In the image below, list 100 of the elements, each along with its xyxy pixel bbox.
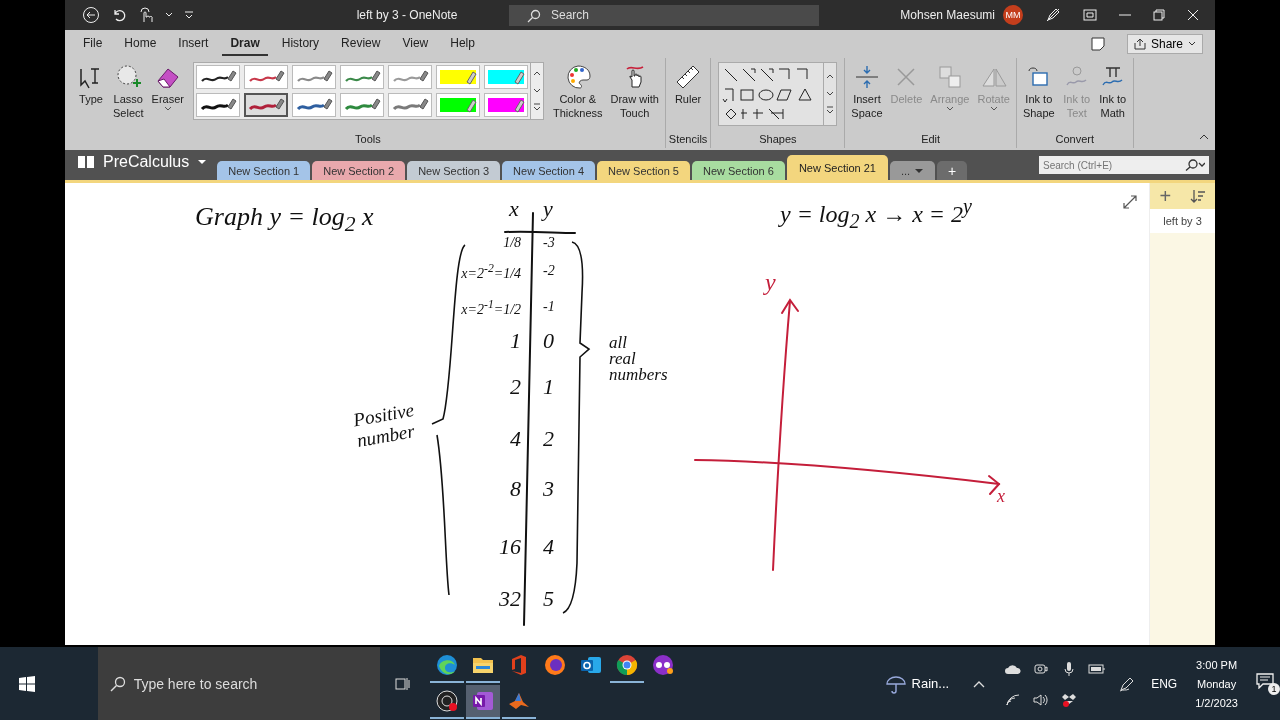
- pen-swatch[interactable]: [244, 93, 288, 117]
- shapes-gallery[interactable]: [718, 62, 838, 126]
- section-tab[interactable]: New Section 4: [502, 161, 595, 180]
- table-cell: 32: [499, 587, 522, 612]
- chevron-up-icon[interactable]: [973, 679, 986, 688]
- sort-icon[interactable]: [1189, 188, 1206, 204]
- share-icon: [1133, 38, 1146, 50]
- touch-mode-icon[interactable]: [138, 7, 154, 23]
- ribbon-button[interactable]: Eraser: [148, 62, 187, 111]
- pen-swatch[interactable]: [196, 65, 240, 89]
- pen-swatch[interactable]: [340, 93, 384, 117]
- section-tab[interactable]: New Section 5: [597, 161, 690, 180]
- share-button[interactable]: Share: [1126, 34, 1203, 54]
- clock-date: 1/2/2023: [1195, 696, 1238, 709]
- table-cell: x=2$^{-2}$=1/4: [461, 263, 522, 282]
- more-sections-button[interactable]: ...: [889, 161, 936, 180]
- search-field[interactable]: Type here to search: [97, 647, 380, 720]
- ribbon-button[interactable]: Lasso Select: [110, 62, 147, 120]
- table-cell: -2: [543, 263, 555, 279]
- search-icon: [1185, 159, 1205, 171]
- menu-tab[interactable]: Home: [116, 32, 165, 56]
- section-tab[interactable]: New Section 2: [312, 161, 406, 180]
- avatar[interactable]: MM: [1003, 5, 1023, 25]
- pen-swatch[interactable]: [292, 93, 336, 117]
- ribbon-button[interactable]: Type: [74, 62, 108, 106]
- section-tab[interactable]: New Section 1: [217, 161, 311, 180]
- customize-icon[interactable]: [184, 11, 194, 19]
- handwritten-note: all real numbers: [609, 335, 668, 384]
- group-label: Stencils: [668, 133, 708, 147]
- handwritten-note: Positive number: [351, 400, 418, 452]
- add-section-button[interactable]: +: [937, 161, 968, 180]
- notebook-picker[interactable]: PreCalculus: [65, 150, 218, 180]
- pen-swatch[interactable]: [244, 65, 288, 89]
- menu-tab[interactable]: Insert: [170, 32, 217, 56]
- table-cell: 1/8: [503, 235, 522, 251]
- caret-icon: [1188, 41, 1196, 47]
- pen-swatch[interactable]: [388, 65, 432, 89]
- restore-icon[interactable]: [1153, 9, 1165, 21]
- pen-swatch[interactable]: [388, 93, 432, 117]
- start-icon[interactable]: [18, 675, 35, 692]
- gallery-scroll-icon[interactable]: [530, 63, 543, 119]
- ribbon-button[interactable]: Color & Thickness: [550, 62, 606, 120]
- table-cell: 4: [510, 427, 522, 452]
- menu-tab[interactable]: Draw: [222, 32, 268, 56]
- speaker-icon[interactable]: [1033, 692, 1050, 707]
- table-cell: 1: [543, 375, 554, 400]
- undo-icon[interactable]: [111, 7, 127, 23]
- menu-tab[interactable]: View: [394, 32, 437, 56]
- caret-icon[interactable]: [165, 12, 173, 18]
- page-item[interactable]: left by 3: [1150, 209, 1215, 233]
- table-cell: 3: [543, 477, 554, 502]
- ribbon-button[interactable]: Ink to Shape: [1019, 62, 1058, 120]
- menu-tab[interactable]: Help: [442, 32, 483, 56]
- close-icon[interactable]: [1187, 9, 1199, 21]
- table-cell: 0: [543, 329, 554, 354]
- dropbox-icon[interactable]: [1062, 692, 1077, 707]
- search-field[interactable]: Search: [509, 4, 819, 26]
- axis-label: y: [765, 269, 776, 296]
- group-label: Tools: [355, 133, 381, 147]
- full-screen-icon[interactable]: [1083, 9, 1097, 21]
- section-tab[interactable]: New Section 3: [407, 161, 501, 180]
- clock-time: 3:00 PM: [1196, 658, 1238, 671]
- section-tab[interactable]: New Section 21: [786, 155, 888, 180]
- wifi-icon[interactable]: [1006, 692, 1021, 707]
- ribbon-button[interactable]: Draw with Touch: [607, 62, 662, 120]
- table-cell: 4: [543, 535, 554, 560]
- sticky-note-icon[interactable]: [1090, 37, 1105, 51]
- handwritten-note: y = log$_{2}$ x → x = 2$^{y}$: [780, 195, 972, 232]
- pen-icon[interactable]: [1119, 675, 1136, 692]
- window-title: left by 3 - OneNote: [355, 8, 459, 22]
- ribbon-button[interactable]: Ink to Math: [1095, 62, 1130, 120]
- language-indicator[interactable]: ENG: [1151, 676, 1178, 691]
- highlighter-swatch[interactable]: [436, 65, 480, 89]
- ribbon-button[interactable]: Ruler: [671, 62, 706, 106]
- add-page-button[interactable]: +: [1159, 184, 1172, 208]
- section-tab[interactable]: New Section 6: [691, 161, 785, 180]
- task-view-icon[interactable]: [393, 675, 410, 692]
- caret-icon: [197, 159, 208, 165]
- notebook-app-icon[interactable]: [465, 684, 500, 719]
- table-cell: 16: [499, 535, 522, 560]
- caret-icon: [989, 106, 998, 111]
- weather-button[interactable]: Rain...: [879, 672, 956, 695]
- microphone-icon[interactable]: [1063, 660, 1076, 677]
- highlighter-swatch[interactable]: [484, 93, 528, 117]
- pen-swatch[interactable]: [340, 65, 384, 89]
- highlighter-swatch[interactable]: [484, 65, 528, 89]
- table-cell: -3: [543, 235, 555, 251]
- group-label: Convert: [1055, 133, 1095, 147]
- search-field[interactable]: Search (Ctrl+E): [1039, 156, 1209, 174]
- highlighter-swatch[interactable]: [436, 93, 480, 117]
- ribbon-button[interactable]: Insert Space: [848, 62, 886, 120]
- pen-swatch[interactable]: [292, 65, 336, 89]
- back-icon[interactable]: [82, 6, 100, 24]
- pen-icon[interactable]: [1045, 7, 1061, 23]
- notification-count: 1: [1268, 682, 1280, 695]
- table-cell: x=2$^{-1}$=1/2: [461, 299, 522, 318]
- menu-tab[interactable]: History: [273, 32, 328, 56]
- menu-tab[interactable]: File: [75, 32, 111, 56]
- menu-tab[interactable]: Review: [333, 32, 389, 56]
- pen-swatch[interactable]: [196, 93, 240, 117]
